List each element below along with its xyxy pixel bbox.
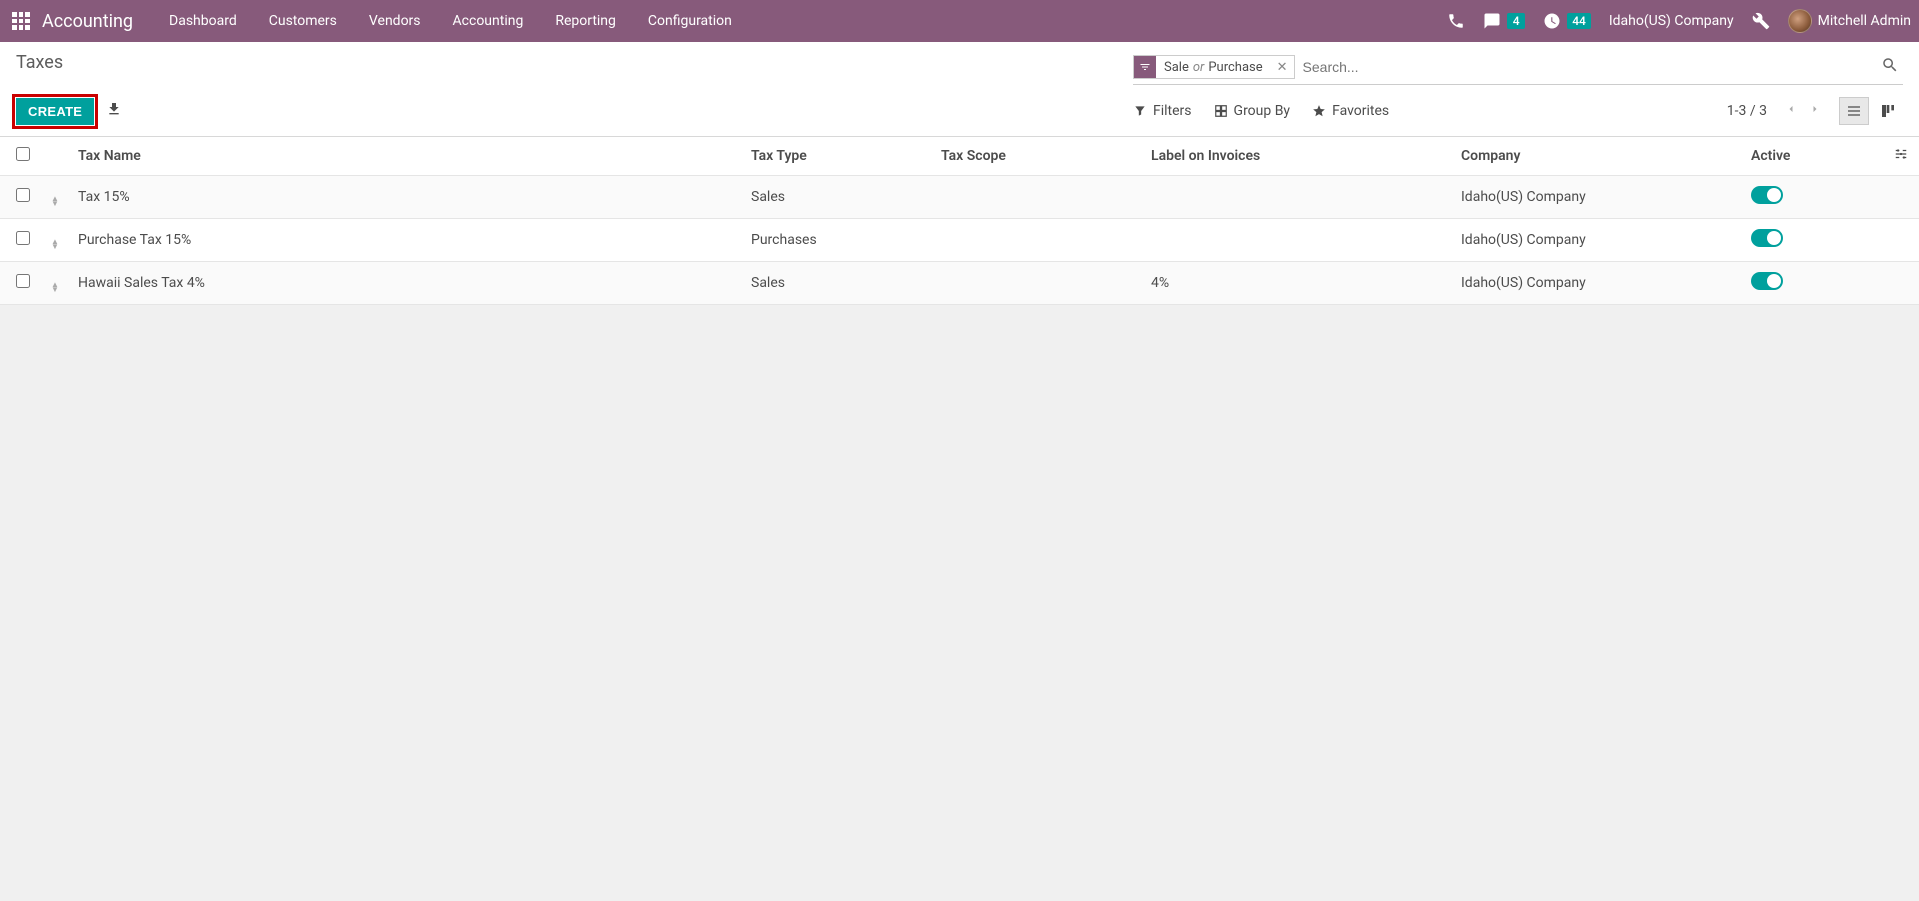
drag-handle-icon[interactable]: ▲▼ [40,176,70,219]
nav-configuration[interactable]: Configuration [634,0,746,42]
col-tax-type[interactable]: Tax Type [743,137,933,176]
col-label-invoices[interactable]: Label on Invoices [1143,137,1453,176]
cell-company: Idaho(US) Company [1453,262,1743,305]
messages-button[interactable]: 4 [1483,12,1525,30]
cell-tax-scope [933,176,1143,219]
row-checkbox[interactable] [16,188,30,202]
search-icon[interactable] [1877,52,1903,82]
control-panel: Taxes Sale or Purchase ✕ CREATE [0,42,1919,137]
cell-label [1143,219,1453,262]
active-toggle[interactable] [1751,229,1783,247]
row-checkbox[interactable] [16,231,30,245]
groupby-button[interactable]: Group By [1214,103,1291,119]
kanban-view-button[interactable] [1873,97,1903,125]
user-name: Mitchell Admin [1818,13,1911,29]
drag-handle-icon[interactable]: ▲▼ [40,219,70,262]
import-button[interactable] [106,101,122,121]
select-all-checkbox[interactable] [16,147,30,161]
messages-badge: 4 [1507,13,1525,29]
breadcrumb: Taxes [16,52,63,73]
search-facet: Sale or Purchase ✕ [1133,55,1295,79]
nav-vendors[interactable]: Vendors [355,0,435,42]
pager-prev-icon[interactable] [1779,99,1803,123]
filters-button[interactable]: Filters [1133,103,1192,119]
row-checkbox[interactable] [16,274,30,288]
table-row[interactable]: ▲▼Purchase Tax 15%Purchases Idaho(US) Com… [0,219,1919,262]
cell-company: Idaho(US) Company [1453,219,1743,262]
cell-tax-type: Sales [743,262,933,305]
active-toggle[interactable] [1751,186,1783,204]
cell-tax-name: Purchase Tax 15% [70,219,743,262]
activities-button[interactable]: 44 [1543,12,1591,30]
activities-badge: 44 [1567,13,1591,29]
list-view-button[interactable] [1839,97,1869,125]
avatar [1788,9,1812,33]
nav-accounting[interactable]: Accounting [439,0,538,42]
apps-icon[interactable] [12,12,30,30]
nav-dashboard[interactable]: Dashboard [155,0,251,42]
facet-close-icon[interactable]: ✕ [1271,60,1294,75]
col-tax-name[interactable]: Tax Name [70,137,743,176]
col-tax-scope[interactable]: Tax Scope [933,137,1143,176]
facet-label: Sale or Purchase [1156,60,1271,75]
cell-tax-scope [933,262,1143,305]
search-bar: Sale or Purchase ✕ [1133,52,1903,85]
cell-tax-type: Purchases [743,219,933,262]
active-toggle[interactable] [1751,272,1783,290]
col-active[interactable]: Active [1743,137,1883,176]
pager-next-icon[interactable] [1803,99,1827,123]
filter-icon [1134,56,1156,78]
cell-label [1143,176,1453,219]
pager-text: 1-3 / 3 [1727,103,1767,119]
cell-company: Idaho(US) Company [1453,176,1743,219]
cell-tax-name: Tax 15% [70,176,743,219]
create-button[interactable]: CREATE [16,98,94,125]
table-header-row: Tax Name Tax Type Tax Scope Label on Inv… [0,137,1919,176]
table-row[interactable]: ▲▼Tax 15%Sales Idaho(US) Company [0,176,1919,219]
favorites-button[interactable]: Favorites [1312,103,1389,119]
adjust-columns-icon[interactable] [1883,137,1919,176]
nav-customers[interactable]: Customers [255,0,351,42]
cell-tax-scope [933,219,1143,262]
support-icon[interactable] [1447,12,1465,30]
cell-tax-type: Sales [743,176,933,219]
debug-icon[interactable] [1752,12,1770,30]
user-menu[interactable]: Mitchell Admin [1788,9,1911,33]
top-navbar: Accounting Dashboard Customers Vendors A… [0,0,1919,42]
cell-label: 4% [1143,262,1453,305]
company-selector[interactable]: Idaho(US) Company [1609,13,1734,29]
search-input[interactable] [1295,55,1877,79]
app-brand[interactable]: Accounting [42,11,133,32]
list-view: Tax Name Tax Type Tax Scope Label on Inv… [0,137,1919,305]
nav-reporting[interactable]: Reporting [541,0,630,42]
cell-tax-name: Hawaii Sales Tax 4% [70,262,743,305]
drag-handle-icon[interactable]: ▲▼ [40,262,70,305]
col-company[interactable]: Company [1453,137,1743,176]
table-row[interactable]: ▲▼Hawaii Sales Tax 4%Sales 4%Idaho(US) Co… [0,262,1919,305]
